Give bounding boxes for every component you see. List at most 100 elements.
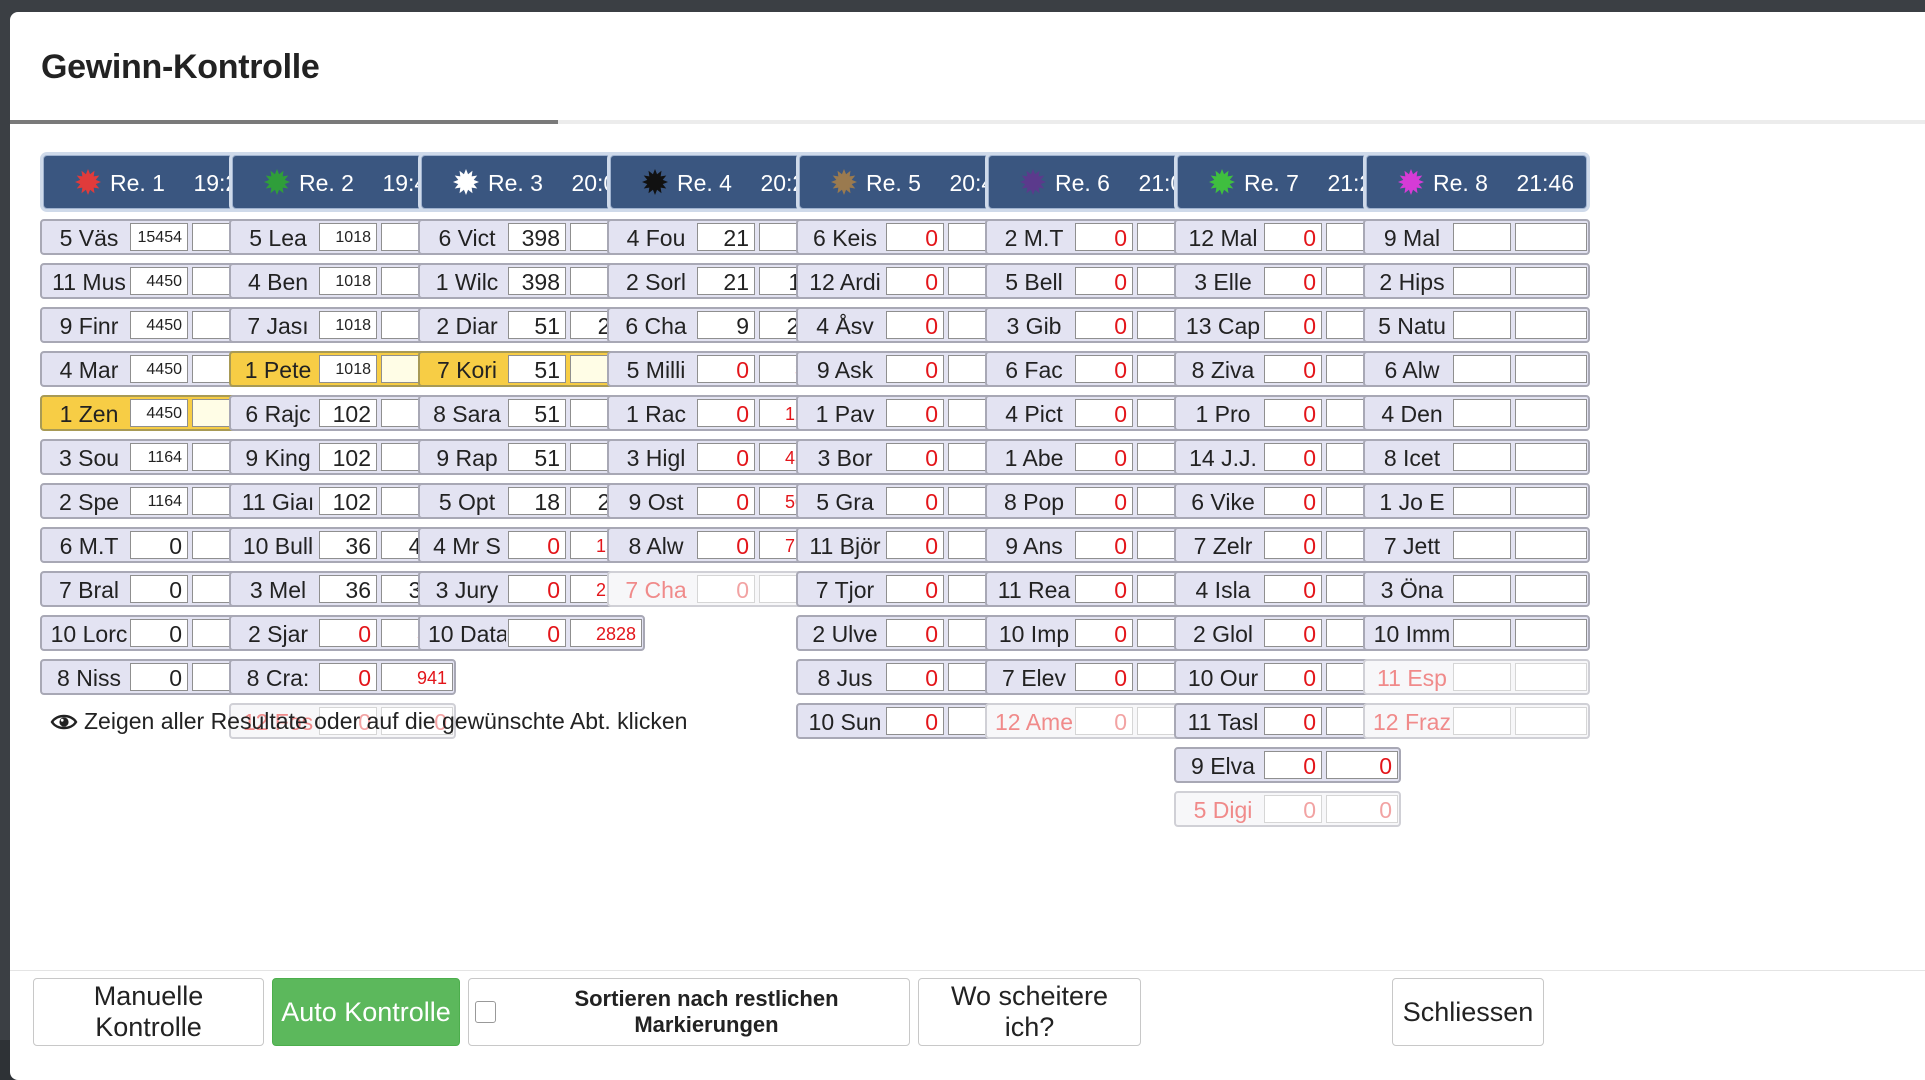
horse-marks-value: 0 — [697, 487, 755, 515]
horse-name: 7 Jası — [247, 313, 309, 339]
horse-row[interactable]: 4 Den — [1363, 395, 1590, 431]
horse-name: 4 Den — [1381, 401, 1443, 427]
horse-row[interactable]: 5 Digi 0 0 — [1174, 791, 1401, 827]
horse-marks-value — [1453, 487, 1511, 515]
horse-row[interactable]: 9 Mal — [1363, 219, 1590, 255]
horse-result-value — [1515, 355, 1587, 383]
horse-name: 12 Fraz — [1373, 709, 1451, 735]
horse-name: 4 Ben — [247, 269, 309, 295]
horse-name: 5 Natu — [1378, 313, 1446, 339]
horse-row[interactable]: 5 Natu — [1363, 307, 1590, 343]
dialog-title: Gewinn-Kontrolle — [41, 48, 320, 86]
horse-name: 3 Gib — [1006, 313, 1062, 339]
horse-name: 9 Mal — [1383, 225, 1441, 251]
race-label: Re. 3 — [488, 170, 543, 196]
horse-result-value — [1515, 707, 1587, 735]
horse-name: 11 Esp — [1377, 665, 1447, 691]
horse-name: 5 Bell — [1005, 269, 1063, 295]
horse-row[interactable]: 3 Öna — [1363, 571, 1590, 607]
horse-name: 14 J.J. — [1189, 445, 1257, 471]
horse-name: 11 Mus — [52, 269, 126, 295]
horse-result-value: 0 — [1326, 751, 1398, 779]
horse-marks-value: 0 — [508, 575, 566, 603]
race-star-icon — [1209, 169, 1235, 195]
horse-name: 9 Finr — [59, 313, 119, 339]
horse-marks-value — [1453, 707, 1511, 735]
horse-marks-value: 0 — [697, 399, 755, 427]
horse-marks-value: 4450 — [130, 311, 188, 339]
horse-row[interactable]: 8 Cra: 0 941 — [229, 659, 456, 695]
header-progress-bar — [10, 120, 558, 124]
horse-row[interactable]: 10 Data 0 2828 — [418, 615, 645, 651]
horse-marks-value: 0 — [1264, 311, 1322, 339]
horse-name: 3 Sou — [58, 445, 120, 471]
where-fail-button[interactable]: Wo scheitere ich? — [918, 978, 1141, 1046]
horse-marks-value: 0 — [1264, 619, 1322, 647]
race-label: Re. 7 — [1244, 170, 1299, 196]
horse-marks-value — [1453, 663, 1511, 691]
horse-marks-value: 0 — [1075, 575, 1133, 603]
horse-marks-value: 102 — [319, 487, 377, 515]
race-star-icon — [1020, 169, 1046, 195]
horse-marks-value — [1453, 223, 1511, 251]
horse-name: 6 Fac — [1005, 357, 1063, 383]
horse-row[interactable]: 9 Elva 0 0 — [1174, 747, 1401, 783]
race-label: Re. 2 — [299, 170, 354, 196]
horse-row[interactable]: 7 Jett — [1363, 527, 1590, 563]
horse-name: 8 Jus — [817, 665, 873, 691]
horse-row[interactable]: 8 Icet — [1363, 439, 1590, 475]
horse-name: 9 Ask — [816, 357, 874, 383]
horse-marks-value: 0 — [1075, 399, 1133, 427]
horse-row[interactable]: 1 Jo E — [1363, 483, 1590, 519]
horse-marks-value: 0 — [130, 531, 188, 559]
horse-name: 1 Jo E — [1379, 489, 1445, 515]
race-header-8[interactable]: Re. 8 21:46 — [1366, 155, 1587, 209]
horse-name: 8 Niss — [57, 665, 121, 691]
horse-result-value: 941 — [381, 663, 453, 691]
horse-marks-value: 0 — [886, 267, 944, 295]
info-hint: Zeigen aller Resultate oder auf die gewü… — [50, 708, 687, 735]
horse-marks-value — [1453, 267, 1511, 295]
horse-name: 10 Imm — [1373, 621, 1451, 647]
horse-name: 3 Jury — [435, 577, 499, 603]
sort-remaining-toggle[interactable]: Sortieren nach restlichen Markierungen — [468, 978, 910, 1046]
horse-name: 7 Bral — [58, 577, 120, 603]
horse-name: 2 Sjar — [247, 621, 309, 647]
auto-check-button[interactable]: Auto Kontrolle — [272, 978, 460, 1046]
horse-marks-value: 0 — [1264, 707, 1322, 735]
horse-marks-value: 4450 — [130, 399, 188, 427]
race-star-icon — [831, 169, 857, 195]
horse-name: 5 Opt — [438, 489, 496, 515]
dialog-header: Gewinn-Kontrolle — [10, 12, 1925, 124]
close-button[interactable]: Schliessen — [1392, 978, 1544, 1046]
horse-name: 10 Imp — [998, 621, 1070, 647]
horse-row[interactable]: 6 Alw — [1363, 351, 1590, 387]
manual-check-button[interactable]: Manuelle Kontrolle — [33, 978, 264, 1046]
horse-result-value — [1515, 267, 1587, 295]
horse-marks-value: 36 — [319, 531, 377, 559]
horse-result-value — [1515, 531, 1587, 559]
horse-name: 1 Pro — [1195, 401, 1251, 427]
horse-name: 10 Bull — [242, 533, 314, 559]
horse-row[interactable]: 2 Hips — [1363, 263, 1590, 299]
race-star-icon — [642, 169, 668, 195]
horse-marks-value: 18 — [508, 487, 566, 515]
sort-checkbox[interactable] — [475, 1001, 496, 1023]
horse-marks-value: 1164 — [130, 443, 188, 471]
horse-marks-value: 1018 — [319, 311, 377, 339]
horse-row[interactable]: 12 Fraz — [1363, 703, 1590, 739]
horse-name: 11 Tasl — [1187, 709, 1259, 735]
horse-result-value — [1515, 399, 1587, 427]
horse-marks-value: 36 — [319, 575, 377, 603]
horse-name: 12 Ame — [995, 709, 1073, 735]
horse-marks-value: 51 — [508, 355, 566, 383]
race-label: Re. 4 — [677, 170, 732, 196]
horse-marks-value: 1018 — [319, 355, 377, 383]
horse-row[interactable]: 11 Esp — [1363, 659, 1590, 695]
horse-marks-value: 0 — [1264, 443, 1322, 471]
horse-marks-value: 0 — [319, 663, 377, 691]
horse-name: 4 Pict — [1005, 401, 1063, 427]
horse-marks-value: 0 — [1264, 663, 1322, 691]
horse-name: 1 Abe — [1004, 445, 1064, 471]
horse-row[interactable]: 10 Imm — [1363, 615, 1590, 651]
